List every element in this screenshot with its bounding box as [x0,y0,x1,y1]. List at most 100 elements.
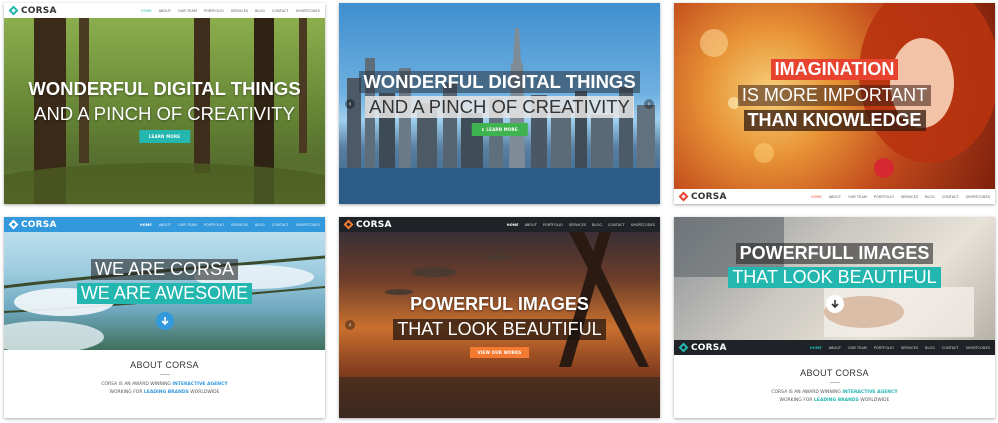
nav-item-our-team[interactable]: OUR TEAM [178,223,197,227]
hero-headline: WONDERFUL DIGITAL THINGS [28,78,301,99]
scroll-down-button[interactable] [155,312,174,330]
nav-item-services[interactable]: SERVICES [901,195,918,199]
nav-item-services[interactable]: SERVICES [231,9,248,13]
nav-item-our-team[interactable]: OUR TEAM [178,9,197,13]
about-text: CORSA IS AN AWARD WINNING INTERACTIVE AG… [674,389,995,405]
hero-subheadline: AND A PINCH OF CREATIVITY [34,103,295,124]
nav-item-about[interactable]: ABOUT [829,195,841,199]
preview-card-sunset[interactable]: CORSA HOME ABOUT PORTFOLIO SERVICES BLOG… [339,217,660,418]
view-our-works-button[interactable]: VIEW OUR WORKS [469,347,530,358]
nav-item-services[interactable]: SERVICES [569,223,586,227]
hero-headline: POWERFUL IMAGES [410,294,589,314]
about-line-2-text: WORKING FOR [779,398,814,403]
hero-headline: WE ARE CORSA [4,259,325,280]
nav-item-home[interactable]: HOME [141,9,152,13]
logo-text: CORSA [691,191,727,202]
nav-item-contact[interactable]: CONTACT [608,223,625,227]
nav-item-blog[interactable]: BLOG [255,223,265,227]
preview-card-snow[interactable]: CORSA HOME ABOUT OUR TEAM PORTFOLIO SERV… [4,217,325,418]
nav-item-our-team[interactable]: OUR TEAM [848,195,867,199]
about-line-2: WORKING FOR LEADING BRANDS WORLDWIDE [674,397,995,405]
preview-card-desk[interactable]: POWERFULL IMAGES THAT LOOK BEAUTIFUL COR… [674,217,995,418]
nav-menu: HOME ABOUT PORTFOLIO SERVICES BLOG CONTA… [507,223,655,227]
hero-subheadline: THAT LOOK BEAUTIFUL [674,267,995,288]
about-section: ABOUT CORSA CORSA IS AN AWARD WINNING IN… [4,360,325,397]
nav-item-blog[interactable]: BLOG [925,346,935,350]
about-line-1: CORSA IS AN AWARD WINNING INTERACTIVE AG… [674,389,995,397]
logo[interactable]: CORSA [8,219,57,230]
quote-line-2-text: IS MORE IMPORTANT [737,85,932,106]
quote-line-2: IS MORE IMPORTANT [674,85,995,106]
nav-item-contact[interactable]: CONTACT [942,346,959,350]
logo[interactable]: CORSA [343,219,392,230]
about-highlight-agency: INTERACTIVE AGENCY [842,390,898,395]
learn-more-label: LEARN MORE [486,127,518,132]
nav-item-home[interactable]: HOME [507,223,519,227]
logo[interactable]: CORSA [8,5,57,16]
nav-item-home[interactable]: HOME [810,346,822,350]
hero-headline: POWERFULL IMAGES [674,243,995,264]
nav-item-portfolio[interactable]: PORTFOLIO [204,223,224,227]
learn-more-button[interactable]: ⬇ LEARN MORE [471,123,528,136]
arrow-down-icon [160,317,169,326]
hero-subheadline-text: WE ARE AWESOME [76,283,253,304]
preview-card-forest[interactable]: CORSA HOME ABOUT OUR TEAM PORTFOLIO SERV… [4,3,325,204]
logo[interactable]: CORSA [678,342,727,353]
nav-item-portfolio[interactable]: PORTFOLIO [874,346,894,350]
nav-menu: HOME ABOUT OUR TEAM PORTFOLIO SERVICES B… [140,223,320,227]
logo[interactable]: CORSA [678,191,727,202]
nav-item-home[interactable]: HOME [140,223,152,227]
about-text: CORSA IS AN AWARD WINNING INTERACTIVE AG… [4,381,325,397]
quote-line-1-text: IMAGINATION [770,59,899,80]
nav-item-portfolio[interactable]: PORTFOLIO [874,195,894,199]
nav-item-contact[interactable]: CONTACT [942,195,959,199]
corsa-logo-icon [343,219,354,230]
nav-item-shortcodes[interactable]: SHORTCODES [296,9,320,13]
hero-headline-text: WE ARE CORSA [90,259,239,280]
quote-line-1: IMAGINATION [674,59,995,80]
nav-item-portfolio[interactable]: PORTFOLIO [204,9,224,13]
nav-item-about[interactable]: ABOUT [525,223,537,227]
nav-item-services[interactable]: SERVICES [231,223,248,227]
about-highlight-brands: LEADING BRANDS [143,390,189,395]
top-navbar: CORSA HOME ABOUT PORTFOLIO SERVICES BLOG… [339,217,660,232]
nav-item-shortcodes[interactable]: SHORTCODES [296,223,320,227]
logo-text: CORSA [356,219,392,230]
scroll-down-button[interactable] [825,295,844,313]
nav-item-blog[interactable]: BLOG [925,195,935,199]
hero-area: POWERFULL IMAGES THAT LOOK BEAUTIFUL [674,217,995,340]
quote-line-3: THAN KNOWLEDGE [674,110,995,131]
nav-item-portfolio[interactable]: PORTFOLIO [543,223,563,227]
sticky-navbar: CORSA HOME ABOUT OUR TEAM PORTFOLIO SERV… [674,340,995,355]
about-line-1-text: CORSA IS AN AWARD WINNING [771,390,843,395]
nav-item-about[interactable]: ABOUT [159,223,171,227]
hero-area: CORSA HOME ABOUT OUR TEAM PORTFOLIO SERV… [4,217,325,350]
nav-menu: HOME ABOUT OUR TEAM PORTFOLIO SERVICES B… [810,346,990,350]
nav-item-shortcodes[interactable]: SHORTCODES [966,195,990,199]
corsa-logo-icon [8,5,19,16]
nav-item-contact[interactable]: CONTACT [272,223,289,227]
sunset-background [339,232,660,418]
nav-item-our-team[interactable]: OUR TEAM [848,346,867,350]
learn-more-button[interactable]: LEARN MORE [138,130,191,143]
hero-headline: WONDERFUL DIGITAL THINGS [339,71,660,93]
about-divider [159,374,170,375]
about-line-1: CORSA IS AN AWARD WINNING INTERACTIVE AG… [4,381,325,389]
nav-item-about[interactable]: ABOUT [829,346,841,350]
logo-text: CORSA [691,342,727,353]
nav-item-about[interactable]: ABOUT [159,9,171,13]
nav-item-blog[interactable]: BLOG [592,223,602,227]
hero-subheadline: THAT LOOK BEAUTIFUL [339,319,660,340]
corsa-logo-icon [678,342,689,353]
corsa-logo-icon [8,219,19,230]
preview-card-portrait[interactable]: IMAGINATION IS MORE IMPORTANT THAN KNOWL… [674,3,995,204]
preview-card-city[interactable]: ‹ › WONDERFUL DIGITAL THINGS AND A PINCH… [339,3,660,204]
nav-item-blog[interactable]: BLOG [255,9,265,13]
nav-item-contact[interactable]: CONTACT [272,9,289,13]
nav-item-home[interactable]: HOME [811,195,822,199]
nav-item-shortcodes[interactable]: SHORTCODES [631,223,655,227]
nav-item-services[interactable]: SERVICES [901,346,918,350]
top-navbar: CORSA HOME ABOUT OUR TEAM PORTFOLIO SERV… [4,217,325,232]
hero-subheadline-text: THAT LOOK BEAUTIFUL [728,267,941,288]
nav-item-shortcodes[interactable]: SHORTCODES [966,346,990,350]
